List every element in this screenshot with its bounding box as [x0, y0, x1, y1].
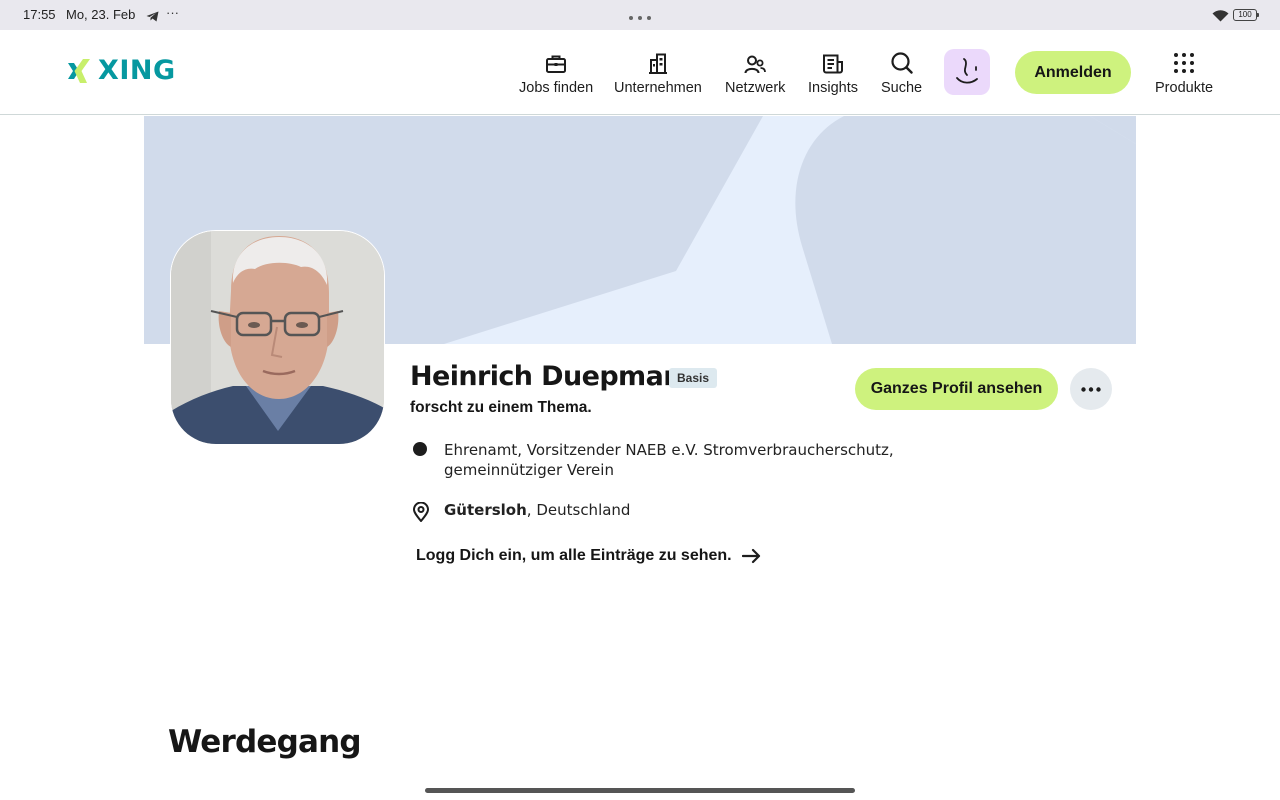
occupation-row: Ehrenamt, Vorsitzender NAEB e.V. Stromve… — [412, 440, 894, 480]
nav-network-label: Netzwerk — [725, 80, 786, 96]
nav-insights-label: Insights — [808, 80, 858, 96]
profile-avatar — [170, 230, 385, 445]
ai-assistant-button[interactable] — [944, 49, 990, 95]
profile-tagline: forscht zu einem Thema. — [410, 399, 592, 416]
occupation-line-1: Ehrenamt, Vorsitzender NAEB e.V. Stromve… — [444, 441, 894, 459]
people-icon — [725, 50, 785, 74]
nav-companies[interactable]: Unternehmen — [614, 50, 702, 96]
location-city: Gütersloh — [444, 501, 527, 519]
site-header: XING Jobs finden Unternehmen Netzwerk In… — [0, 30, 1280, 115]
search-icon — [881, 50, 922, 74]
view-full-profile-button[interactable]: Ganzes Profil ansehen — [855, 368, 1058, 410]
status-more-indicator: ··· — [166, 5, 179, 20]
login-to-see-entries-link[interactable]: Logg Dich ein, um alle Einträge zu sehen… — [416, 547, 762, 565]
occupation-line-2: gemeinnütziger Verein — [444, 461, 614, 479]
building-icon — [614, 50, 702, 74]
career-section-title: Werdegang — [168, 724, 362, 760]
battery-icon: 100 — [1233, 9, 1259, 21]
home-indicator[interactable] — [425, 788, 855, 793]
xing-logo-icon — [68, 58, 90, 83]
login-button[interactable]: Anmelden — [1015, 51, 1131, 94]
nav-companies-label: Unternehmen — [614, 80, 702, 96]
occupation-text: Ehrenamt, Vorsitzender NAEB e.V. Stromve… — [444, 440, 894, 480]
smiling-face-icon — [956, 58, 978, 84]
grid-menu-icon — [1155, 50, 1213, 74]
nav-search[interactable]: Suche — [881, 50, 922, 96]
nav-jobs-label: Jobs finden — [519, 80, 594, 96]
company-bullet-icon — [413, 442, 427, 456]
more-horizontal-icon — [1081, 386, 1101, 392]
profile-name: Heinrich Duepmann — [410, 361, 701, 392]
profile-photo — [171, 231, 384, 444]
system-status-bar: 17:55 Mo, 23. Feb ··· 100 — [0, 0, 1280, 30]
nav-network[interactable]: Netzwerk — [725, 50, 785, 96]
nav-insights[interactable]: Insights — [808, 50, 858, 96]
wifi-icon — [1212, 9, 1229, 27]
more-options-button[interactable] — [1070, 368, 1112, 410]
status-time: 17:55 — [23, 7, 56, 22]
xing-logo-text: XING — [98, 55, 176, 86]
location-text: Gütersloh, Deutschland — [444, 500, 630, 520]
status-date: Mo, 23. Feb — [66, 7, 136, 22]
newspaper-icon — [808, 50, 858, 74]
xing-logo[interactable]: XING — [66, 55, 176, 86]
telegram-icon — [146, 9, 159, 27]
login-hint-text: Logg Dich ein, um alle Einträge zu sehen… — [416, 547, 732, 564]
nav-products[interactable]: Produkte — [1155, 50, 1213, 96]
briefcase-icon — [519, 50, 593, 74]
location-country: , Deutschland — [526, 501, 631, 519]
nav-jobs[interactable]: Jobs finden — [519, 50, 593, 96]
arrow-right-icon — [741, 548, 760, 564]
nav-search-label: Suche — [881, 80, 923, 96]
nav-products-label: Produkte — [1155, 80, 1214, 96]
membership-badge: Basis — [669, 368, 718, 388]
multitask-dots-icon[interactable] — [628, 8, 652, 26]
location-row: Gütersloh, Deutschland — [412, 500, 630, 522]
location-pin-icon — [412, 502, 430, 522]
